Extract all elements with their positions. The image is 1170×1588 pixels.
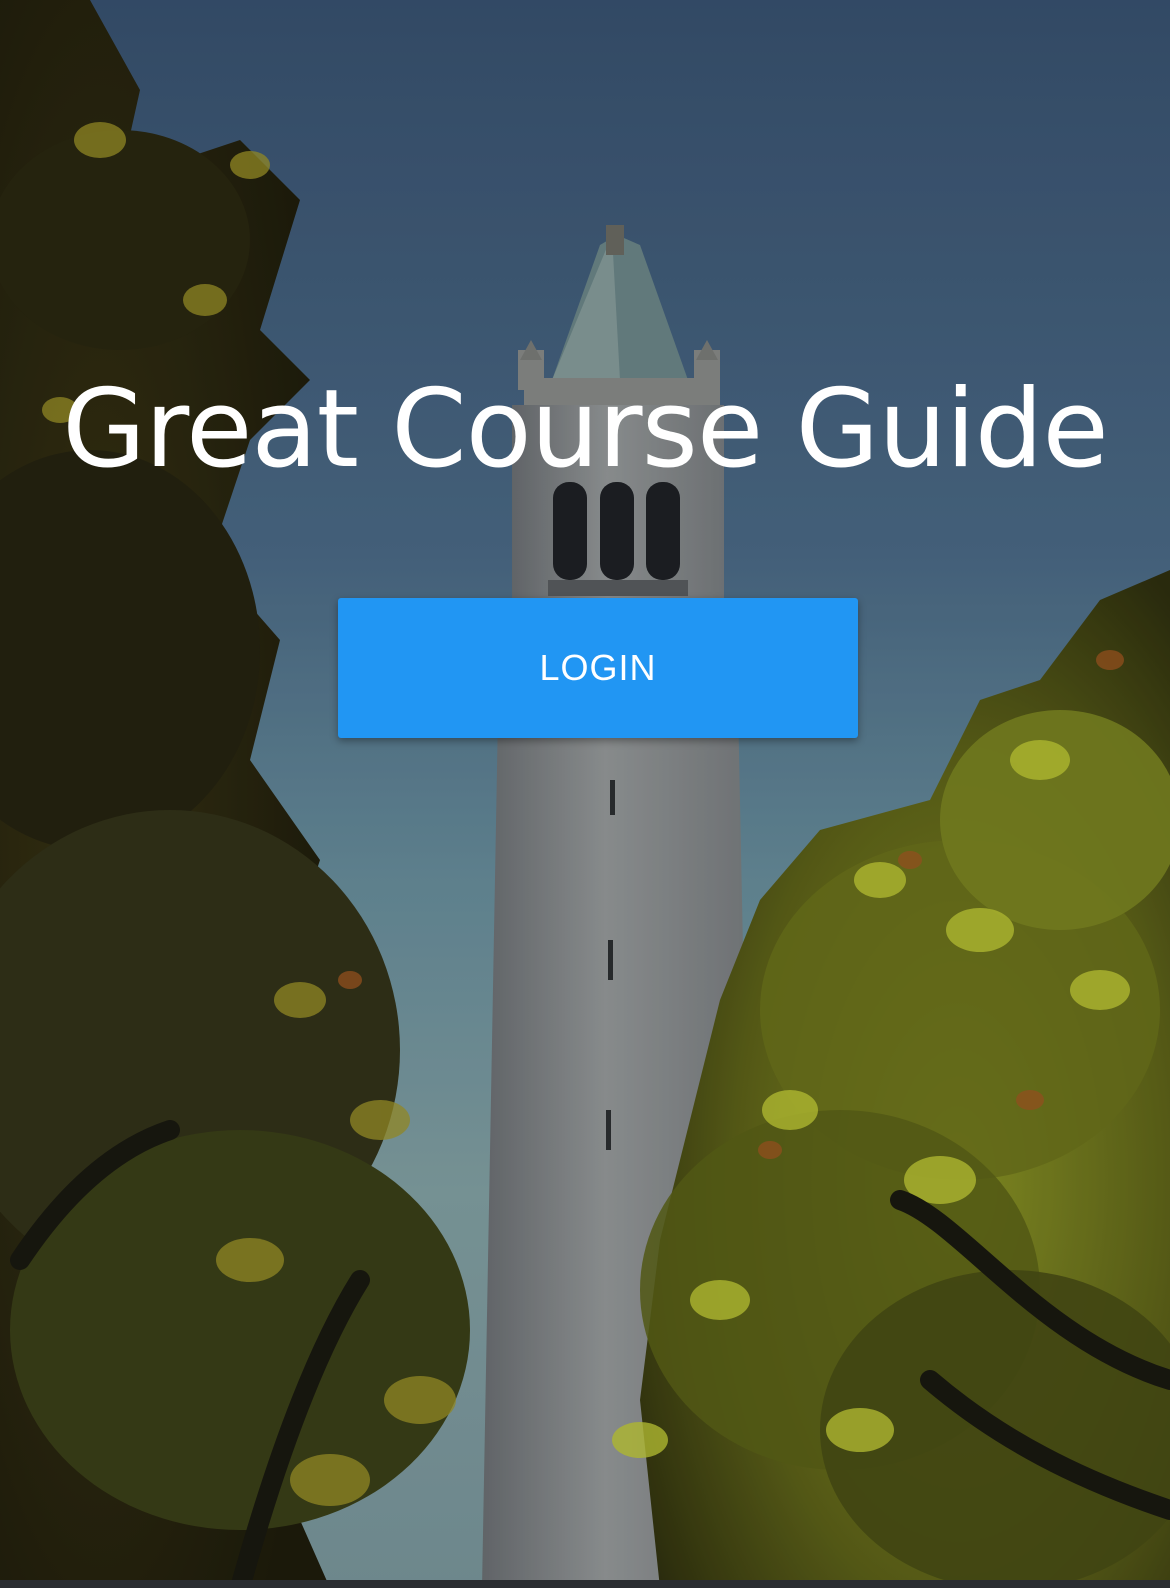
campanile-background-image [0, 0, 1170, 1588]
app-title: Great Course Guide [62, 367, 1109, 492]
login-button[interactable]: LOGIN [338, 598, 858, 738]
bottom-edge [0, 1580, 1170, 1588]
login-screen: Great Course Guide LOGIN [0, 0, 1170, 1588]
